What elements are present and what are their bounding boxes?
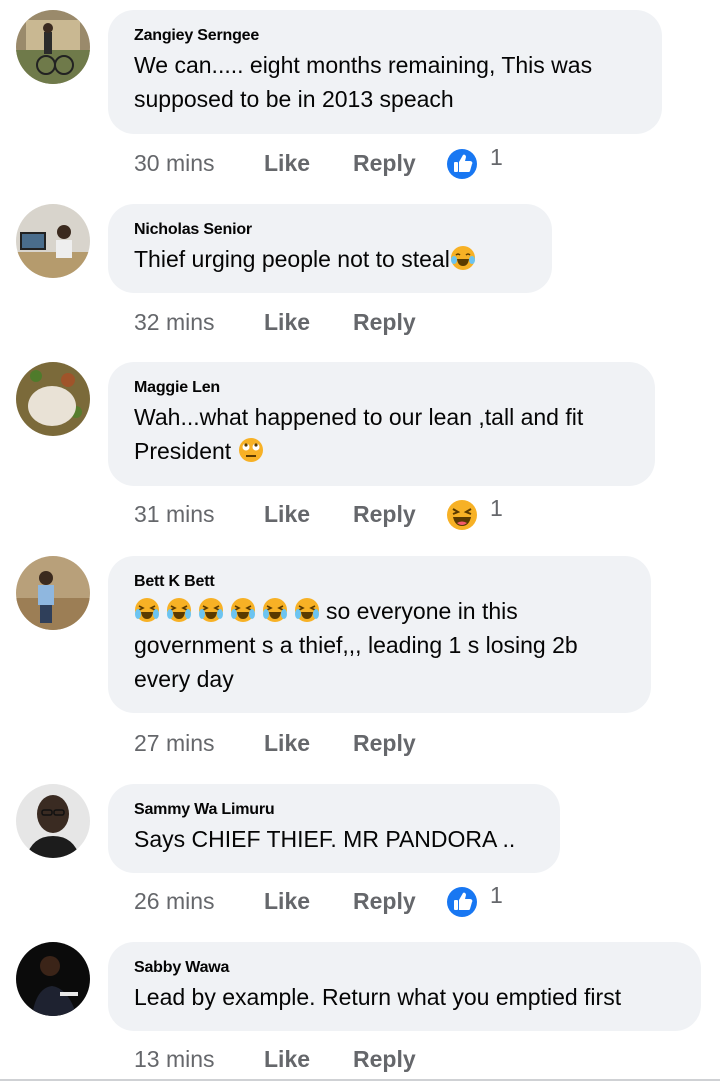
like-icon <box>445 885 479 919</box>
like-button[interactable]: Like <box>264 499 310 529</box>
avatar-photo <box>16 10 90 84</box>
avatar[interactable] <box>16 942 90 1016</box>
like-icon <box>445 147 479 181</box>
comment-bubble: Sabby Wawa Lead by example. Return what … <box>108 942 701 1031</box>
emoji-group <box>134 598 326 624</box>
avatar-photo <box>16 556 90 630</box>
like-button[interactable]: Like <box>264 728 310 758</box>
crying-laughing-emoji <box>295 598 319 622</box>
comment-text: We can..... eight months remaining, This… <box>134 52 593 112</box>
comment-feed: Zangiey Serngee We can..... eight months… <box>0 0 720 1083</box>
crying-laughing-emoji <box>135 598 159 622</box>
comment-text-tail: so everyone in this <box>326 598 518 624</box>
reaction-count: 1 <box>490 144 503 170</box>
comment-text-line: President <box>134 438 232 464</box>
crying-laughing-emoji <box>231 598 255 622</box>
comment-text: Thief urging people not to steal <box>134 242 526 276</box>
comment-bubble: Maggie Len Wah...what happened to our le… <box>108 362 655 486</box>
avatar[interactable] <box>16 362 90 436</box>
avatar-photo <box>16 784 90 858</box>
comment-text: Lead by example. Return what you emptied… <box>134 984 622 1010</box>
reply-button[interactable]: Reply <box>353 886 416 916</box>
comment-bubble: Sammy Wa Limuru Says CHIEF THIEF. MR PAN… <box>108 784 560 873</box>
avatar[interactable] <box>16 204 90 278</box>
comment-author[interactable]: Sabby Wawa <box>134 958 675 978</box>
avatar-photo <box>16 942 90 1016</box>
comment-text: so everyone in this government s a thief,… <box>134 594 625 696</box>
comment-time[interactable]: 13 mins <box>134 1044 215 1074</box>
avatar-photo <box>16 204 90 278</box>
comment-time[interactable]: 30 mins <box>134 148 215 178</box>
comment-time[interactable]: 32 mins <box>134 307 215 337</box>
comment-bubble: Zangiey Serngee We can..... eight months… <box>108 10 662 134</box>
reply-button[interactable]: Reply <box>353 728 416 758</box>
comment-author[interactable]: Sammy Wa Limuru <box>134 800 534 820</box>
comment-author[interactable]: Maggie Len <box>134 378 629 398</box>
haha-icon <box>445 498 479 532</box>
comment-text-line: Wah...what happened to our lean ,tall an… <box>134 404 584 430</box>
comment-bubble: Nicholas Senior Thief urging people not … <box>108 204 552 293</box>
comment-text: Wah...what happened to our lean ,tall an… <box>134 400 629 468</box>
avatar[interactable] <box>16 784 90 858</box>
avatar[interactable] <box>16 556 90 630</box>
reaction-summary[interactable]: 1 <box>444 144 503 181</box>
reaction-count: 1 <box>490 495 503 521</box>
comment-author[interactable]: Zangiey Serngee <box>134 26 636 46</box>
reply-button[interactable]: Reply <box>353 307 416 337</box>
reply-button[interactable]: Reply <box>353 1044 416 1074</box>
comment-text-rest: government s a thief,,, leading 1 s losi… <box>134 632 578 692</box>
avatar[interactable] <box>16 10 90 84</box>
comment-author[interactable]: Nicholas Senior <box>134 220 526 240</box>
reaction-summary[interactable]: 1 <box>444 495 503 532</box>
comment-time[interactable]: 26 mins <box>134 886 215 916</box>
like-button[interactable]: Like <box>264 886 310 916</box>
laughing-tears-emoji <box>450 246 475 270</box>
comment-author[interactable]: Bett K Bett <box>134 572 625 592</box>
rolling-eyes-emoji <box>238 438 263 462</box>
reply-button[interactable]: Reply <box>353 148 416 178</box>
crying-laughing-emoji <box>167 598 191 622</box>
divider <box>0 1079 720 1081</box>
like-button[interactable]: Like <box>264 307 310 337</box>
comment-time[interactable]: 31 mins <box>134 499 215 529</box>
crying-laughing-emoji <box>263 598 287 622</box>
like-button[interactable]: Like <box>264 1044 310 1074</box>
reply-button[interactable]: Reply <box>353 499 416 529</box>
comment-text: Says CHIEF THIEF. MR PANDORA .. <box>134 826 516 852</box>
crying-laughing-emoji <box>199 598 223 622</box>
comment-text-content: Thief urging people not to steal <box>134 246 450 272</box>
comment-time[interactable]: 27 mins <box>134 728 215 758</box>
comment-bubble: Bett K Bett so everyone in this governmen… <box>108 556 651 713</box>
reaction-count: 1 <box>490 882 503 908</box>
like-button[interactable]: Like <box>264 148 310 178</box>
avatar-photo <box>16 362 90 436</box>
reaction-summary[interactable]: 1 <box>444 882 503 919</box>
